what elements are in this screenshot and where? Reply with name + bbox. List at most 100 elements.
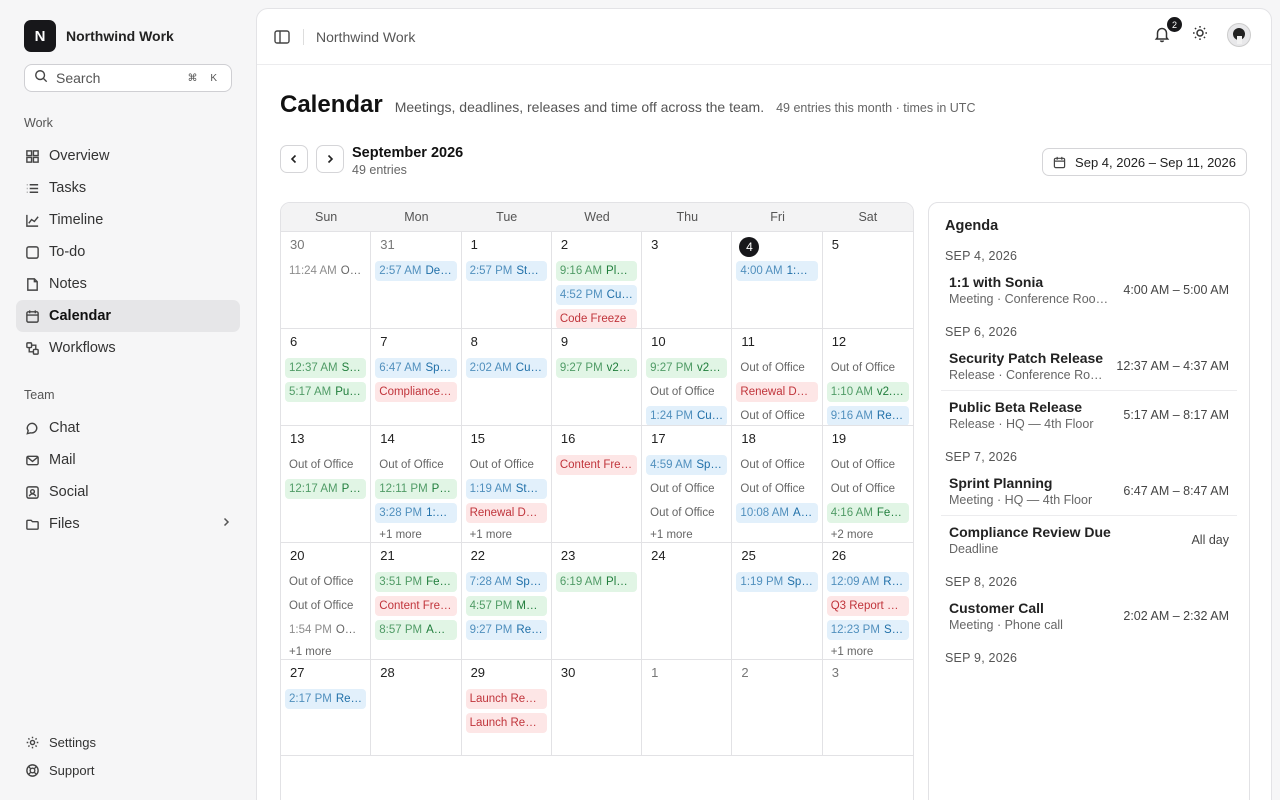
calendar-event[interactable]: Code Freeze [555, 309, 638, 328]
calendar-day[interactable]: 29 Launch Readiness Launch Readiness [462, 660, 552, 755]
calendar-day[interactable]: 26 12:09 AM Retro Q3 Report Due 12:23 PM Stak… [823, 543, 913, 659]
calendar-event[interactable]: Out of Office [646, 479, 727, 499]
calendar-day[interactable]: 3 [822, 660, 913, 755]
calendar-event[interactable]: Out of Office [827, 358, 909, 378]
more-events-link[interactable]: +1 more [827, 644, 909, 659]
calendar-day[interactable]: 18 Out of Office Out of Office 10:08 AM All … [732, 426, 823, 542]
calendar-event[interactable]: Content Freeze [375, 596, 457, 616]
calendar-event[interactable]: 2:57 PMStakeholder Sync [465, 261, 547, 281]
agenda-item[interactable]: Public Beta Release Release · HQ — 4th Fl… [941, 391, 1237, 439]
calendar-day[interactable]: 31 2:57 AMDesign Review [371, 232, 462, 328]
calendar-event[interactable]: Out of Office [646, 382, 727, 402]
agenda-item[interactable]: Security Patch Release Release · Conferen… [941, 342, 1237, 391]
calendar-event[interactable]: 7:28 AMSprint Planning [465, 572, 547, 592]
calendar-event[interactable]: 3:51 PMFeature Release [375, 572, 457, 592]
calendar-event[interactable]: 9:27 PM Retro [465, 620, 547, 640]
calendar-event[interactable]: 12:11 PMPlatform Release [375, 479, 457, 499]
agenda-item[interactable]: Sprint Planning Meeting · HQ — 4th Floor 6… [941, 467, 1237, 516]
calendar-event[interactable]: 12:23 PMStakeholder Sync [826, 620, 909, 640]
calendar-event[interactable]: 11:24 AMOut of Office [285, 261, 366, 281]
calendar-day[interactable]: 2 [732, 660, 823, 755]
calendar-event[interactable]: Out of Office [736, 479, 817, 499]
calendar-event[interactable]: Out of Office [285, 572, 366, 592]
calendar-day[interactable]: 29:16 AMPlatform Release4:52 PMCustomer … [552, 232, 643, 328]
calendar-event[interactable]: 1:24 PMCustomer Call [646, 406, 728, 425]
calendar-event[interactable]: 2:17 PM Retro [285, 689, 367, 709]
calendar-event[interactable]: 1:19 AMStakeholder Sync [465, 479, 547, 499]
calendar-event[interactable]: 1:19 PMSprint Planning [736, 572, 818, 592]
calendar-event[interactable]: Compliance Review Due [375, 382, 457, 402]
calendar-event[interactable]: Out of Office [827, 479, 909, 499]
calendar-day[interactable]: 16 Content Freeze [552, 426, 643, 542]
chevron-right-icon[interactable] [220, 516, 232, 532]
calendar-day[interactable]: 24 [642, 543, 733, 659]
sidebar-item-settings[interactable]: Settings [16, 728, 240, 756]
sidebar-item-files[interactable]: Files [16, 508, 240, 540]
calendar-event[interactable]: Out of Office [375, 455, 456, 475]
sidebar-item-workflows[interactable]: Workflows [16, 332, 240, 364]
calendar-day[interactable]: 3 [642, 232, 733, 328]
calendar-event[interactable]: Out of Office [736, 406, 817, 425]
calendar-event[interactable]: 6:19 AMPlatform Release [555, 572, 638, 592]
calendar-day[interactable]: 9 9:27 PMv2.4 Release [552, 329, 643, 425]
calendar-event[interactable]: 4:00 AM1:1 with Sonia [736, 261, 818, 281]
calendar-event[interactable]: Renewal Deadline [736, 382, 818, 402]
calendar-event[interactable]: 9:16 AM Retro [826, 406, 909, 425]
calendar-event[interactable]: Out of Office [736, 455, 817, 475]
calendar-day[interactable]: 15 Out of Office 1:19 AMStakeholder Sync Re… [462, 426, 552, 542]
sidebar-item-chat[interactable]: Chat [16, 412, 240, 444]
calendar-day[interactable]: 30 11:24 AMOut of Office [281, 232, 372, 328]
calendar-event[interactable]: 12:09 AM Retro [826, 572, 909, 592]
calendar-event[interactable]: 5:17 AMPublic Beta Release [285, 382, 367, 402]
calendar-event[interactable]: 8:57 PMAPI Release [375, 620, 457, 640]
calendar-event[interactable]: 1:54 PMOut of Office [285, 620, 366, 640]
calendar-day[interactable]: 20 Out of Office Out of Office 1:54 PM Out o… [281, 543, 372, 659]
calendar-day[interactable]: 4 4:00 AM1:1 with Sonia [732, 232, 823, 328]
user-avatar[interactable] [1227, 23, 1251, 47]
sidebar-toggle-icon[interactable] [273, 28, 291, 46]
previous-month-button[interactable] [280, 145, 308, 173]
calendar-event[interactable]: Renewal Deadline [465, 503, 547, 523]
calendar-day[interactable]: 23 6:19 AMPlatform Release [552, 543, 643, 659]
calendar-day[interactable]: 30 [552, 660, 643, 755]
calendar-day[interactable]: 21 3:51 PMFeature Release Content Freeze 8:… [371, 543, 462, 659]
calendar-event[interactable]: 1:10 AMv2.4 Release [826, 382, 909, 402]
calendar-event[interactable]: 12:37 AMSecurity Patch Release [285, 358, 367, 378]
more-events-link[interactable]: +2 more [827, 527, 909, 542]
calendar-day[interactable]: 14 Out of Office 12:11 PMPlatform Release 3… [371, 426, 462, 542]
calendar-event[interactable]: 2:02 AMCustomer Call [465, 358, 547, 378]
date-range-picker[interactable]: Sep 4, 2026 – Sep 11, 2026 [1042, 148, 1247, 176]
agenda-item[interactable]: Customer Call Meeting · Phone call 2:02 AM… [941, 592, 1237, 640]
calendar-day[interactable]: 28 [371, 660, 462, 755]
next-month-button[interactable] [316, 145, 344, 173]
calendar-event[interactable]: Out of Office [285, 596, 366, 616]
calendar-day[interactable]: 8 2:02 AMCustomer Call [462, 329, 552, 425]
calendar-day[interactable]: 11 Out of Office Renewal Deadline Out of Of… [732, 329, 823, 425]
search-input[interactable]: Search ⌘ K [24, 64, 232, 92]
sidebar-item-social[interactable]: Social [16, 476, 240, 508]
sidebar-item-to-do[interactable]: To-do [16, 236, 240, 268]
sidebar-item-mail[interactable]: Mail [16, 444, 240, 476]
calendar-day[interactable]: 1 [642, 660, 733, 755]
calendar-event[interactable]: 10:08 AMAll Hands [736, 503, 818, 523]
more-events-link[interactable]: +1 more [285, 644, 366, 659]
theme-toggle-sun-icon[interactable] [1191, 24, 1209, 47]
calendar-day[interactable]: 17 4:59 AMSprint Planning Out of Office Out… [642, 426, 733, 542]
calendar-event[interactable]: 3:28 PM1:1 with Sonia [375, 503, 457, 523]
calendar-event[interactable]: Out of Office [285, 455, 366, 475]
calendar-event[interactable]: Launch Readiness [465, 689, 547, 709]
notifications-bell-icon[interactable]: 2 [1153, 17, 1182, 45]
calendar-event[interactable]: 9:27 PMv2.4 Release [646, 358, 728, 378]
calendar-event[interactable]: Out of Office [646, 503, 727, 523]
calendar-day[interactable]: 7 6:47 AMSprint Planning Compliance Review… [371, 329, 462, 425]
calendar-day[interactable]: 1 2:57 PMStakeholder Sync [462, 232, 552, 328]
breadcrumb[interactable]: Northwind Work [316, 29, 415, 45]
calendar-day[interactable]: 227:28 AMSprint Planning4:57 PMMobile Re… [462, 543, 552, 659]
calendar-event[interactable]: 4:52 PMCustomer Call [555, 285, 638, 305]
sidebar-item-notes[interactable]: Notes [16, 268, 240, 300]
calendar-day[interactable]: 19 Out of Office Out of Office 4:16 AM Featu… [823, 426, 913, 542]
sidebar-item-calendar[interactable]: Calendar [16, 300, 240, 332]
calendar-day[interactable]: 5 [823, 232, 913, 328]
more-events-link[interactable]: +1 more [646, 527, 727, 542]
calendar-day[interactable]: 27 2:17 PM Retro [281, 660, 372, 755]
